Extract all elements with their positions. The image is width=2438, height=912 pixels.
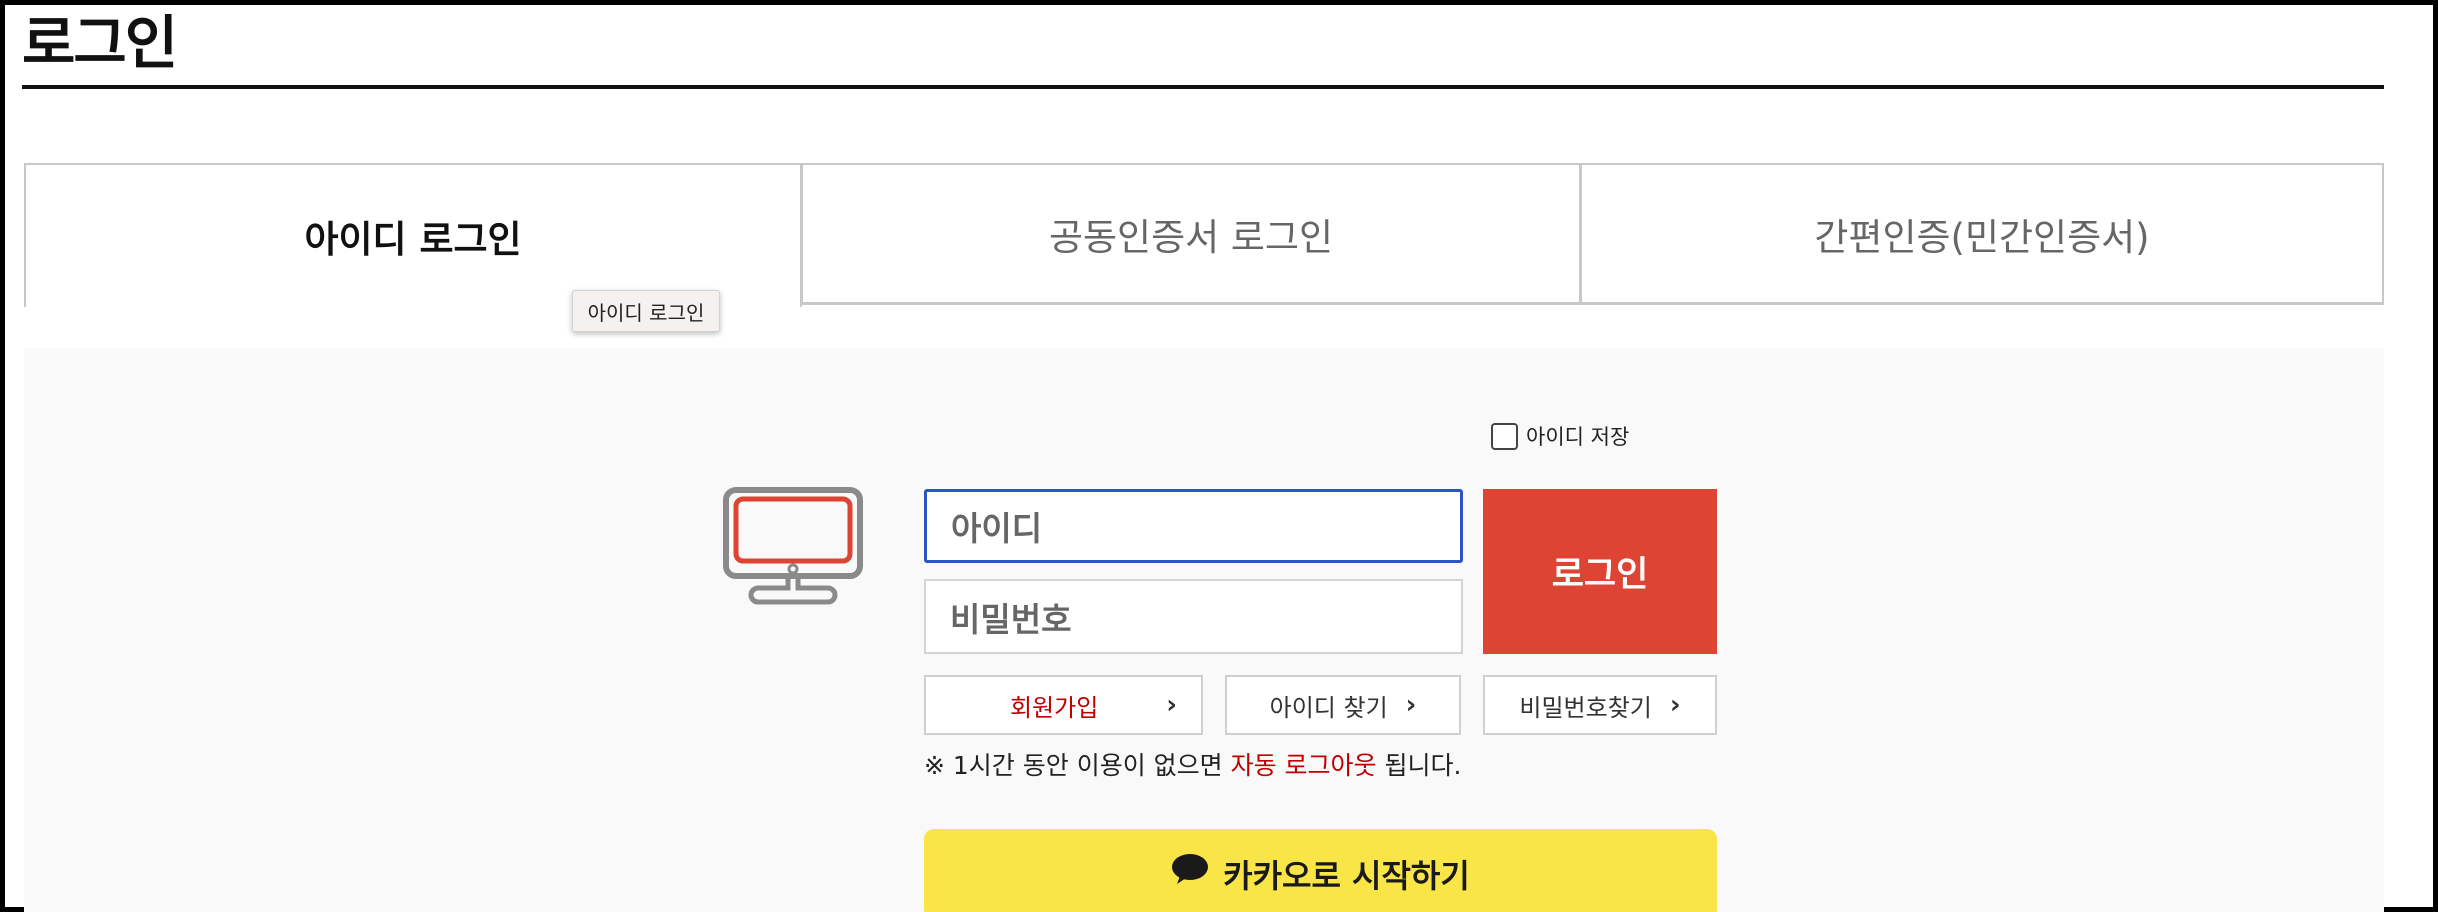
join-label: 회원가입 bbox=[1009, 693, 1099, 722]
kakao-login-button[interactable]: 카카오로 시작하기 bbox=[924, 829, 1717, 912]
find-id-label: 아이디 찾기 bbox=[1269, 693, 1388, 722]
chevron-right-icon: › bbox=[1405, 690, 1417, 720]
find-password-button[interactable]: 비밀번호찾기 › bbox=[1483, 675, 1717, 735]
page-title: 로그인 bbox=[22, 9, 178, 77]
tab-certificate-login[interactable]: 공동인증서 로그인 bbox=[801, 163, 1581, 305]
chevron-right-icon: › bbox=[1166, 690, 1178, 720]
tab-tooltip: 아이디 로그인 bbox=[572, 290, 720, 332]
chevron-right-icon: › bbox=[1669, 690, 1681, 720]
notice-prefix: ※ 1시간 동안 이용이 없으면 bbox=[924, 751, 1231, 780]
save-id-checkbox[interactable]: 아이디 저장 bbox=[1491, 421, 1629, 451]
checkbox-box[interactable] bbox=[1491, 422, 1518, 450]
join-button[interactable]: 회원가입 › bbox=[924, 675, 1203, 735]
login-button[interactable]: 로그인 bbox=[1483, 489, 1717, 654]
tab-id-login[interactable]: 아이디 로그인 bbox=[24, 163, 802, 307]
id-input[interactable]: 아이디 bbox=[924, 489, 1463, 563]
save-id-label: 아이디 저장 bbox=[1526, 425, 1630, 449]
speech-bubble-icon bbox=[1172, 854, 1209, 884]
find-id-button[interactable]: 아이디 찾기 › bbox=[1225, 675, 1461, 735]
auto-logout-notice: ※ 1시간 동안 이용이 없으면 자동 로그아웃 됩니다. bbox=[924, 746, 1461, 782]
login-tabs: 아이디 로그인 공동인증서 로그인 간편인증(민간인증서) bbox=[24, 163, 2384, 307]
kakao-label: 카카오로 시작하기 bbox=[1223, 857, 1470, 895]
notice-highlight: 자동 로그아웃 bbox=[1230, 751, 1377, 780]
monitor-icon bbox=[723, 487, 863, 605]
title-divider bbox=[22, 85, 2384, 89]
tab-simple-auth[interactable]: 간편인증(민간인증서) bbox=[1580, 163, 2384, 305]
find-password-label: 비밀번호찾기 bbox=[1519, 693, 1652, 722]
notice-suffix: 됩니다. bbox=[1376, 751, 1462, 780]
password-input[interactable]: 비밀번호 bbox=[924, 579, 1463, 654]
